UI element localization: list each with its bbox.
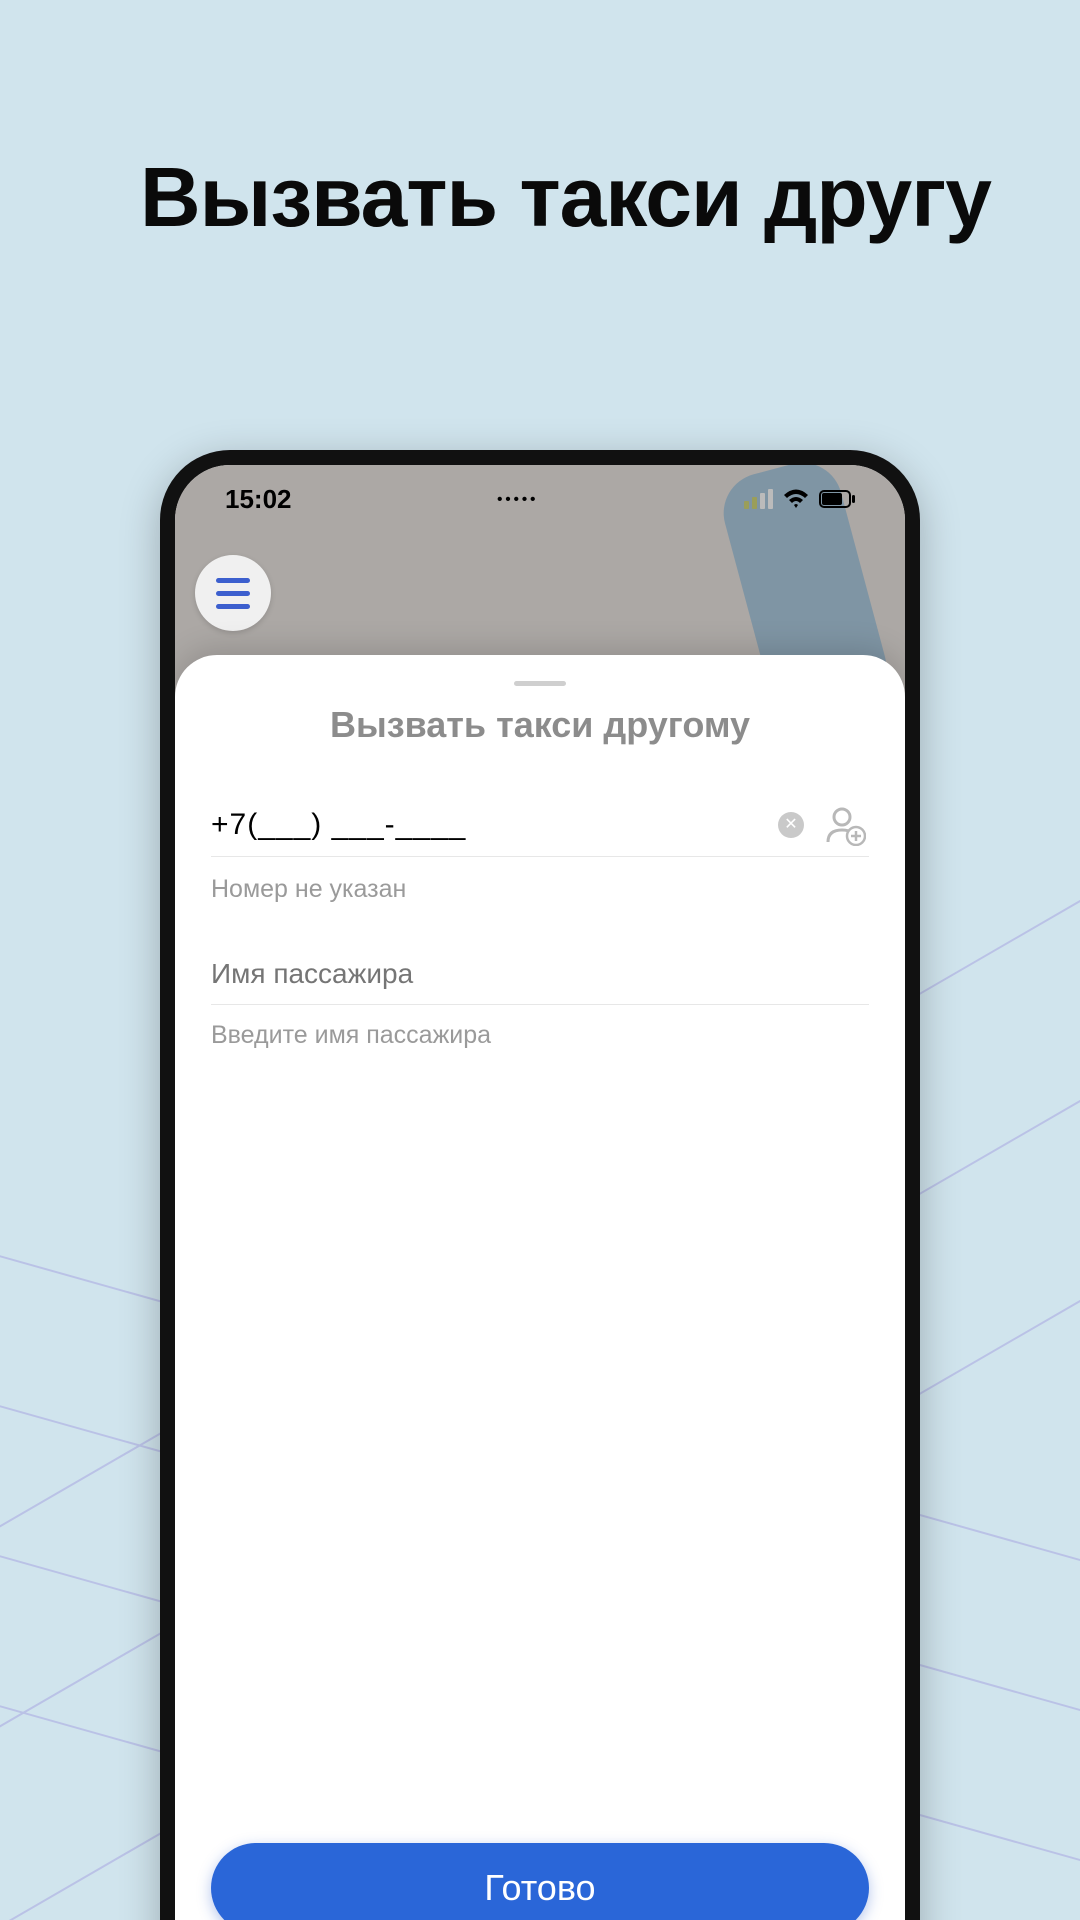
done-button[interactable]: Готово	[211, 1843, 869, 1920]
battery-icon	[819, 490, 855, 508]
menu-button[interactable]	[195, 555, 271, 631]
status-bar: 15:02 •••••	[175, 465, 905, 533]
add-contact-icon	[824, 804, 866, 846]
bottom-sheet: Вызвать такси другому ✕ Номер не указ	[175, 655, 905, 1920]
wifi-icon	[783, 489, 809, 509]
page-title: Вызвать такси другу	[140, 130, 991, 264]
sheet-grabber[interactable]	[514, 681, 566, 686]
signal-icon	[744, 489, 773, 509]
status-dots: •••••	[292, 491, 745, 508]
phone-helper: Номер не указан	[211, 875, 869, 904]
phone-field-row: ✕	[211, 804, 869, 857]
menu-icon	[216, 578, 250, 583]
clear-icon[interactable]: ✕	[778, 812, 804, 838]
status-time: 15:02	[225, 484, 292, 515]
passenger-name-input[interactable]	[211, 952, 869, 1005]
name-helper: Введите имя пассажира	[211, 1021, 869, 1050]
phone-frame: 15:02 ••••• Вызвать такси другому ✕	[160, 450, 920, 1920]
phone-screen: 15:02 ••••• Вызвать такси другому ✕	[175, 465, 905, 1920]
add-contact-button[interactable]	[821, 804, 869, 846]
phone-input[interactable]	[211, 808, 767, 842]
sheet-title: Вызвать такси другому	[211, 704, 869, 746]
